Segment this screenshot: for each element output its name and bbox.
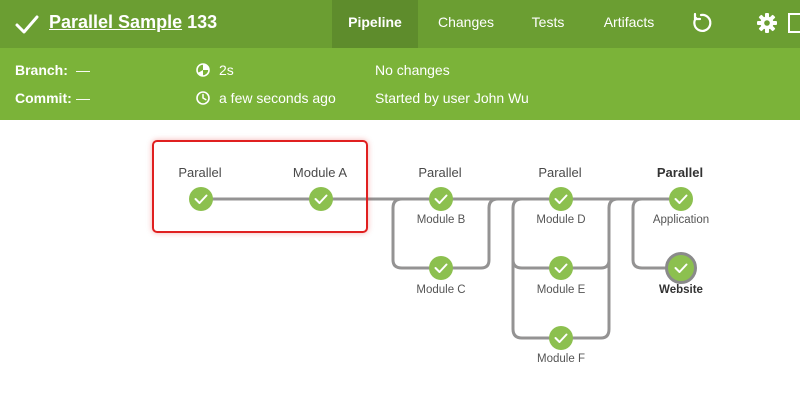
pipeline-name-link[interactable]: Parallel Sample [49,12,182,32]
branch-value: — [76,62,90,78]
started-ago: a few seconds ago [219,90,336,106]
branch-label: Branch: [15,62,68,78]
node-label-module-e[interactable]: Module E [537,284,586,296]
stage-label-parallel-2[interactable]: Parallel [418,165,461,180]
node-label-module-b[interactable]: Module B [417,214,466,226]
node-website-selected[interactable] [665,252,697,284]
started-by: Started by user John Wu [375,90,529,106]
node-module-d[interactable] [549,187,573,211]
gear-icon[interactable] [756,12,778,34]
node-module-c[interactable] [429,256,453,280]
node-label-module-d[interactable]: Module D [536,214,585,226]
run-number: 133 [187,12,218,32]
node-label-application[interactable]: Application [653,214,709,226]
success-check-icon [15,15,39,34]
stage-label-parallel-4[interactable]: Parallel [657,165,703,180]
commit-label: Commit: [15,90,72,106]
stage-label-parallel-3[interactable]: Parallel [538,165,581,180]
changes-status: No changes [375,62,450,78]
duration-icon [196,63,210,77]
node-module-b[interactable] [429,187,453,211]
node-module-f[interactable] [549,326,573,350]
run-details: Branch: — Commit: — 2s a few seconds ago… [0,48,800,120]
tab-pipeline[interactable]: Pipeline [332,0,418,48]
node-label-website[interactable]: Website [659,284,703,296]
run-title: Parallel Sample 133 [49,12,217,33]
run-header: Parallel Sample 133 Pipeline Changes Tes… [0,0,800,48]
exit-icon[interactable] [788,12,800,34]
rerun-icon[interactable] [690,12,712,34]
node-module-e[interactable] [549,256,573,280]
duration-value: 2s [219,62,234,78]
node-application[interactable] [669,187,693,211]
clock-icon [196,91,210,105]
highlight-box [152,140,368,233]
node-label-module-c[interactable]: Module C [416,284,465,296]
tab-artifacts[interactable]: Artifacts [596,0,662,48]
tab-changes[interactable]: Changes [430,0,502,48]
node-label-module-f[interactable]: Module F [537,353,585,365]
tab-tests[interactable]: Tests [524,0,572,48]
commit-value: — [76,90,90,106]
